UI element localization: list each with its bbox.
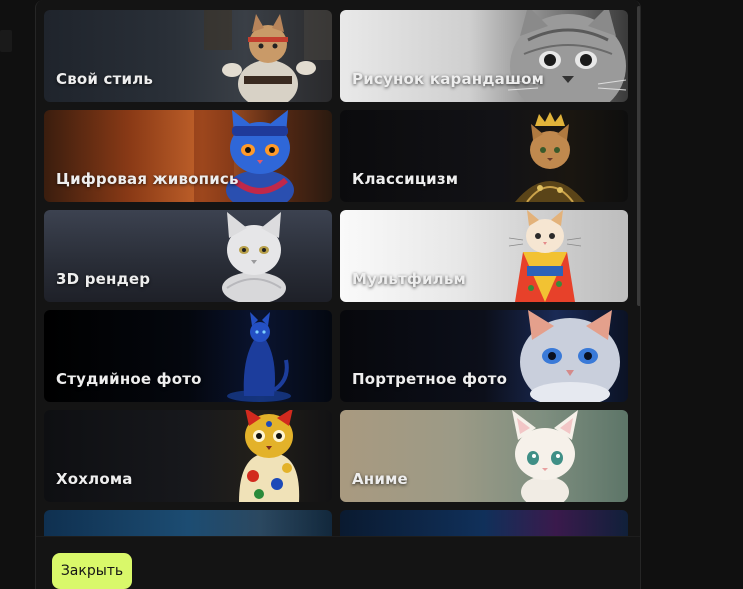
khokhloma-cat-image	[239, 410, 300, 502]
style-card-label: Аниме	[352, 470, 408, 488]
style-card-label: Мультфильм	[352, 270, 466, 288]
style-card-label: 3D рендер	[56, 270, 151, 288]
neon-cat-image	[510, 510, 590, 536]
style-card-label: Хохлома	[56, 470, 133, 488]
anime-cat-image	[512, 410, 578, 502]
blue-cat-image	[227, 312, 291, 402]
portrait-cat-image	[520, 310, 620, 402]
kungfu-cat-image	[204, 10, 332, 102]
pencil-cat-image	[507, 10, 627, 102]
close-button[interactable]: Закрыть	[52, 553, 132, 589]
style-card[interactable]: Рисунок карандашом	[340, 10, 628, 102]
style-card-label: Цифровая живопись	[56, 170, 239, 188]
style-card[interactable]: Хохлома	[44, 410, 332, 502]
style-card[interactable]	[44, 510, 332, 536]
style-card[interactable]: Мультфильм	[340, 210, 628, 302]
ninja-cat-image	[194, 110, 294, 202]
style-card[interactable]	[340, 510, 628, 536]
style-card[interactable]: Свой стиль	[44, 10, 332, 102]
dialog-footer: Закрыть	[36, 536, 640, 589]
style-card-label: Портретное фото	[352, 370, 508, 388]
style-card-label: Классицизм	[352, 170, 459, 188]
style-grid-viewport[interactable]: Свой стиль Рисунок карандашом Цифровая ж…	[36, 0, 640, 536]
king-cat-image	[515, 112, 585, 202]
scrollbar-thumb[interactable]	[637, 6, 640, 306]
background-control	[0, 30, 12, 52]
style-card-label: Свой стиль	[56, 70, 154, 88]
style-card[interactable]: Портретное фото	[340, 310, 628, 402]
style-card[interactable]: Студийное фото	[44, 310, 332, 402]
style-card[interactable]: Аниме	[340, 410, 628, 502]
style-card[interactable]: Цифровая живопись	[44, 110, 332, 202]
kimono-cat-image	[508, 210, 582, 302]
style-grid: Свой стиль Рисунок карандашом Цифровая ж…	[44, 10, 628, 536]
style-card[interactable]: 3D рендер	[44, 210, 332, 302]
tabby-cat-image	[214, 510, 294, 536]
style-card-label: Рисунок карандашом	[352, 70, 545, 88]
style-card[interactable]: Классицизм	[340, 110, 628, 202]
style-picker-dialog: Свой стиль Рисунок карандашом Цифровая ж…	[35, 0, 641, 589]
style-card-label: Студийное фото	[56, 370, 202, 388]
sculpture-cat-image	[222, 212, 286, 302]
